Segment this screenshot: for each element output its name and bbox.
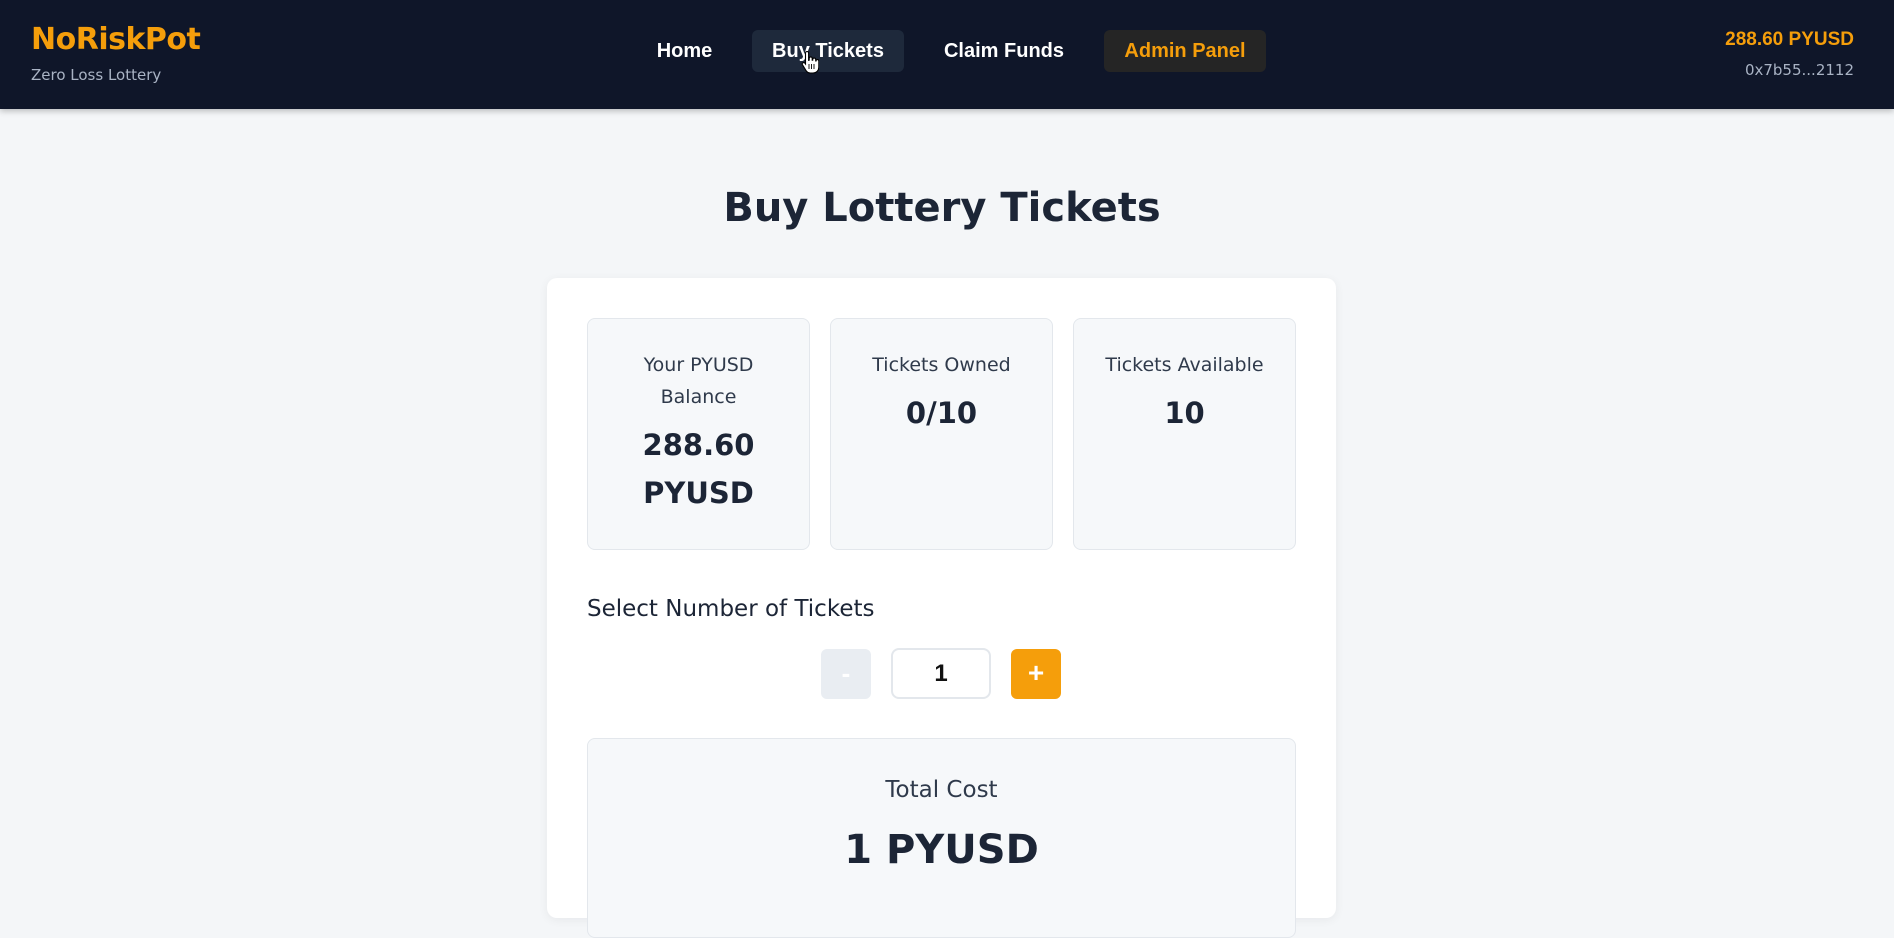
total-cost-value: 1 PYUSD [844,827,1039,873]
stat-label: Tickets Available [1105,354,1264,376]
stat-value: 10 [1164,396,1205,430]
buy-tickets-card: Your PYUSD Balance 288.60 PYUSD Tickets … [547,278,1336,938]
stat-pyusd-balance: Your PYUSD Balance 288.60 PYUSD [587,318,810,550]
select-tickets-label: Select Number of Tickets [587,596,875,622]
decrement-button[interactable]: - [821,649,871,699]
nav-admin-panel[interactable]: Admin Panel [1104,30,1266,72]
hand-pointer-cursor-icon [801,50,819,74]
stat-value: 288.60 PYUSD [642,428,755,510]
nav-buy-tickets[interactable]: Buy Tickets [752,30,904,72]
wallet-address: 0x7b55...2112 [1744,61,1854,79]
stat-tickets-available: Tickets Available 10 [1073,318,1296,550]
top-navbar: NoRiskPot Zero Loss Lottery Home Buy Tic… [0,0,1894,109]
nav-claim-funds[interactable]: Claim Funds [926,30,1082,72]
nav-home[interactable]: Home [639,30,730,72]
ticket-quantity-input[interactable] [891,648,991,699]
page-title: Buy Lottery Tickets [723,185,1161,231]
increment-button[interactable]: + [1011,649,1061,699]
stat-tickets-owned: Tickets Owned 0/10 [830,318,1053,550]
stat-label: Tickets Owned [872,354,1011,376]
stat-label: Your PYUSD Balance [643,354,754,408]
wallet-balance: 288.60 PYUSD [1725,29,1854,50]
total-cost-label: Total Cost [885,777,998,803]
total-cost-box: Total Cost 1 PYUSD [587,738,1296,938]
stat-value: 0/10 [905,396,978,430]
wallet-info[interactable]: 288.60 PYUSD 0x7b55...2112 [1725,29,1854,79]
main-nav: Home Buy Tickets Claim Funds Admin Panel [0,30,1894,72]
